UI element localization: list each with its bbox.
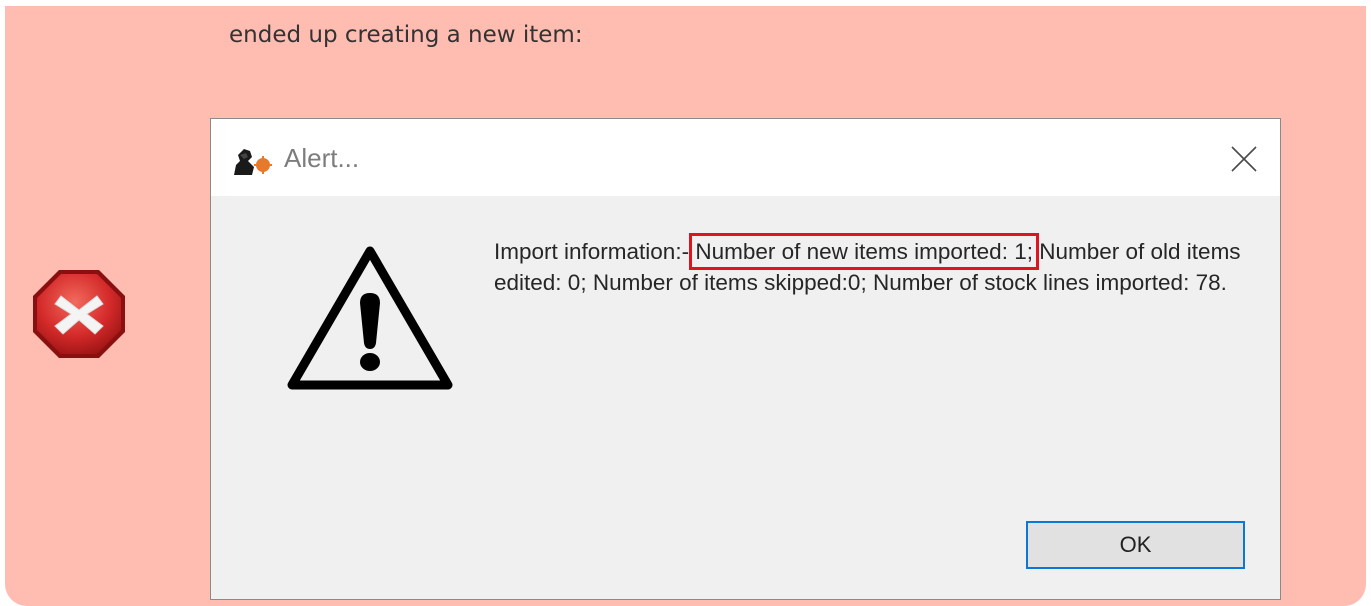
app-logo-icon bbox=[230, 145, 280, 177]
dialog-title: Alert... bbox=[284, 143, 360, 173]
ok-button[interactable]: OK bbox=[1026, 521, 1245, 569]
ok-button-label: OK bbox=[1119, 532, 1152, 557]
note-text: ended up creating a new item: bbox=[229, 22, 583, 48]
warning-triangle-icon bbox=[286, 243, 454, 391]
error-note-box: ended up creating a new item: Alert... I… bbox=[5, 6, 1366, 606]
alert-dialog: Alert... Import information:- Number of … bbox=[210, 118, 1281, 600]
dialog-message: Import information:- Number of new items… bbox=[494, 233, 1262, 298]
close-button[interactable] bbox=[1220, 137, 1268, 181]
highlighted-message: Number of new items imported: 1; bbox=[689, 233, 1039, 270]
dialog-titlebar: Alert... bbox=[211, 119, 1280, 196]
message-prefix: Import information:- bbox=[494, 239, 690, 264]
error-stop-x-icon bbox=[31, 268, 127, 360]
close-icon bbox=[1231, 146, 1257, 172]
